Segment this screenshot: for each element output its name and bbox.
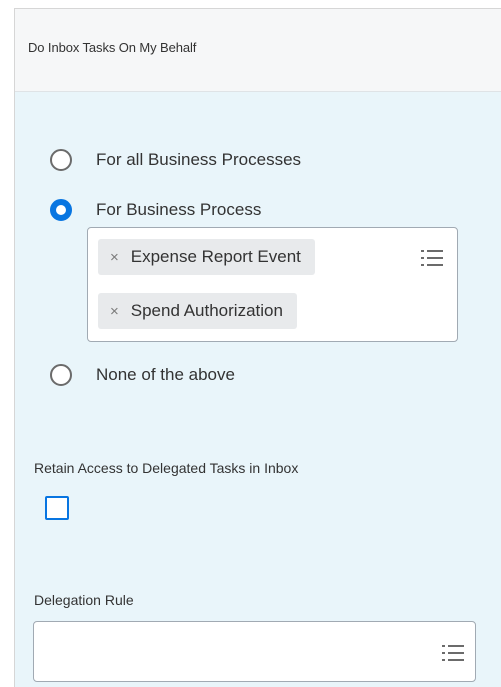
panel-header: Do Inbox Tasks On My Behalf bbox=[15, 9, 501, 92]
radio-button[interactable] bbox=[50, 364, 72, 386]
business-process-multiselect[interactable]: × Expense Report Event × Spend Authoriza… bbox=[87, 227, 458, 342]
radio-label: For all Business Processes bbox=[96, 150, 302, 169]
radio-button[interactable] bbox=[50, 149, 72, 171]
list-icon[interactable] bbox=[442, 644, 464, 662]
panel-title: Do Inbox Tasks On My Behalf bbox=[28, 40, 197, 55]
delegation-rule-input[interactable] bbox=[33, 621, 476, 682]
radio-label: None of the above bbox=[96, 365, 235, 384]
selected-process-pill: × Expense Report Event bbox=[98, 239, 315, 275]
retain-access-label: Retain Access to Delegated Tasks in Inbo… bbox=[34, 460, 299, 476]
retain-access-checkbox[interactable] bbox=[45, 496, 69, 520]
delegation-rule-label: Delegation Rule bbox=[34, 592, 134, 608]
close-icon[interactable]: × bbox=[110, 303, 119, 320]
delegation-panel: Do Inbox Tasks On My Behalf For all Busi… bbox=[14, 8, 501, 687]
radio-button-selected[interactable] bbox=[50, 199, 72, 221]
close-icon[interactable]: × bbox=[110, 249, 119, 266]
pill-label: Spend Authorization bbox=[130, 301, 283, 320]
selected-process-pill: × Spend Authorization bbox=[98, 293, 297, 329]
radio-label: For Business Process bbox=[96, 200, 262, 219]
pill-label: Expense Report Event bbox=[130, 247, 301, 266]
list-icon[interactable] bbox=[421, 249, 443, 267]
